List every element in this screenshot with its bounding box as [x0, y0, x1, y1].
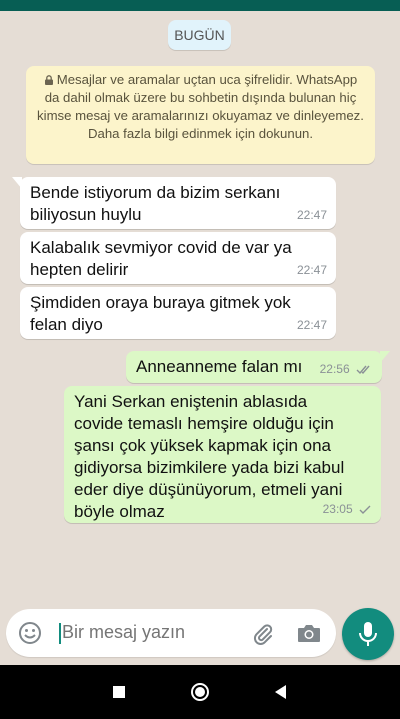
message-input[interactable] [62, 622, 242, 643]
camera-icon[interactable] [296, 621, 322, 645]
message-outgoing[interactable]: Anneanneme falan mı 22:56 [126, 351, 390, 383]
message-time: 22:56 [320, 358, 373, 380]
message-time-label: 22:56 [319, 362, 350, 376]
chat-area[interactable]: BUGÜN Mesajlar ve aramalar uçtan uca şif… [0, 11, 400, 608]
bubble-tail [12, 177, 22, 189]
date-chip: BUGÜN [168, 20, 231, 50]
system-navigation-bar [0, 665, 400, 719]
message-text: Bende istiyorum da bizim serkanı biliyos… [30, 183, 281, 224]
message-incoming[interactable]: Şimdiden oraya buraya gitmek yok felan d… [20, 287, 336, 339]
message-incoming[interactable]: Kalabalık sevmiyor covid de var ya hepte… [20, 232, 336, 284]
message-time: 22:47 [296, 263, 327, 277]
encryption-notice[interactable]: Mesajlar ve aramalar uçtan uca şifrelidi… [26, 66, 375, 164]
back-icon[interactable] [271, 682, 291, 702]
message-time: 22:47 [296, 208, 327, 222]
emoji-icon[interactable] [18, 621, 42, 645]
bubble-tail [380, 351, 390, 363]
message-time-label: 23:05 [322, 502, 353, 516]
recents-icon[interactable] [109, 682, 129, 702]
message-incoming[interactable]: Bende istiyorum da bizim serkanı biliyos… [12, 177, 336, 229]
message-text: Şimdiden oraya buraya gitmek yok felan d… [30, 293, 291, 334]
message-time: 22:47 [296, 318, 327, 332]
message-time: 23:05 [323, 498, 372, 520]
message-text: Kalabalık sevmiyor covid de var ya hepte… [30, 238, 292, 279]
double-check-icon [356, 365, 370, 375]
message-text: Yani Serkan eniştenin ablasıda covide te… [74, 392, 345, 521]
app-header-strip [0, 0, 400, 11]
check-icon [359, 505, 371, 514]
lock-icon [44, 75, 53, 85]
microphone-button[interactable] [342, 608, 394, 660]
message-text: Anneanneme falan mı [136, 357, 303, 376]
encryption-notice-text: Mesajlar ve aramalar uçtan uca şifrelidi… [37, 72, 364, 141]
message-composer[interactable] [6, 609, 336, 657]
home-icon[interactable] [190, 682, 210, 702]
microphone-icon [359, 622, 377, 646]
message-outgoing[interactable]: Yani Serkan eniştenin ablasıda covide te… [64, 386, 381, 523]
text-caret [59, 623, 61, 644]
paperclip-icon[interactable] [250, 621, 276, 647]
